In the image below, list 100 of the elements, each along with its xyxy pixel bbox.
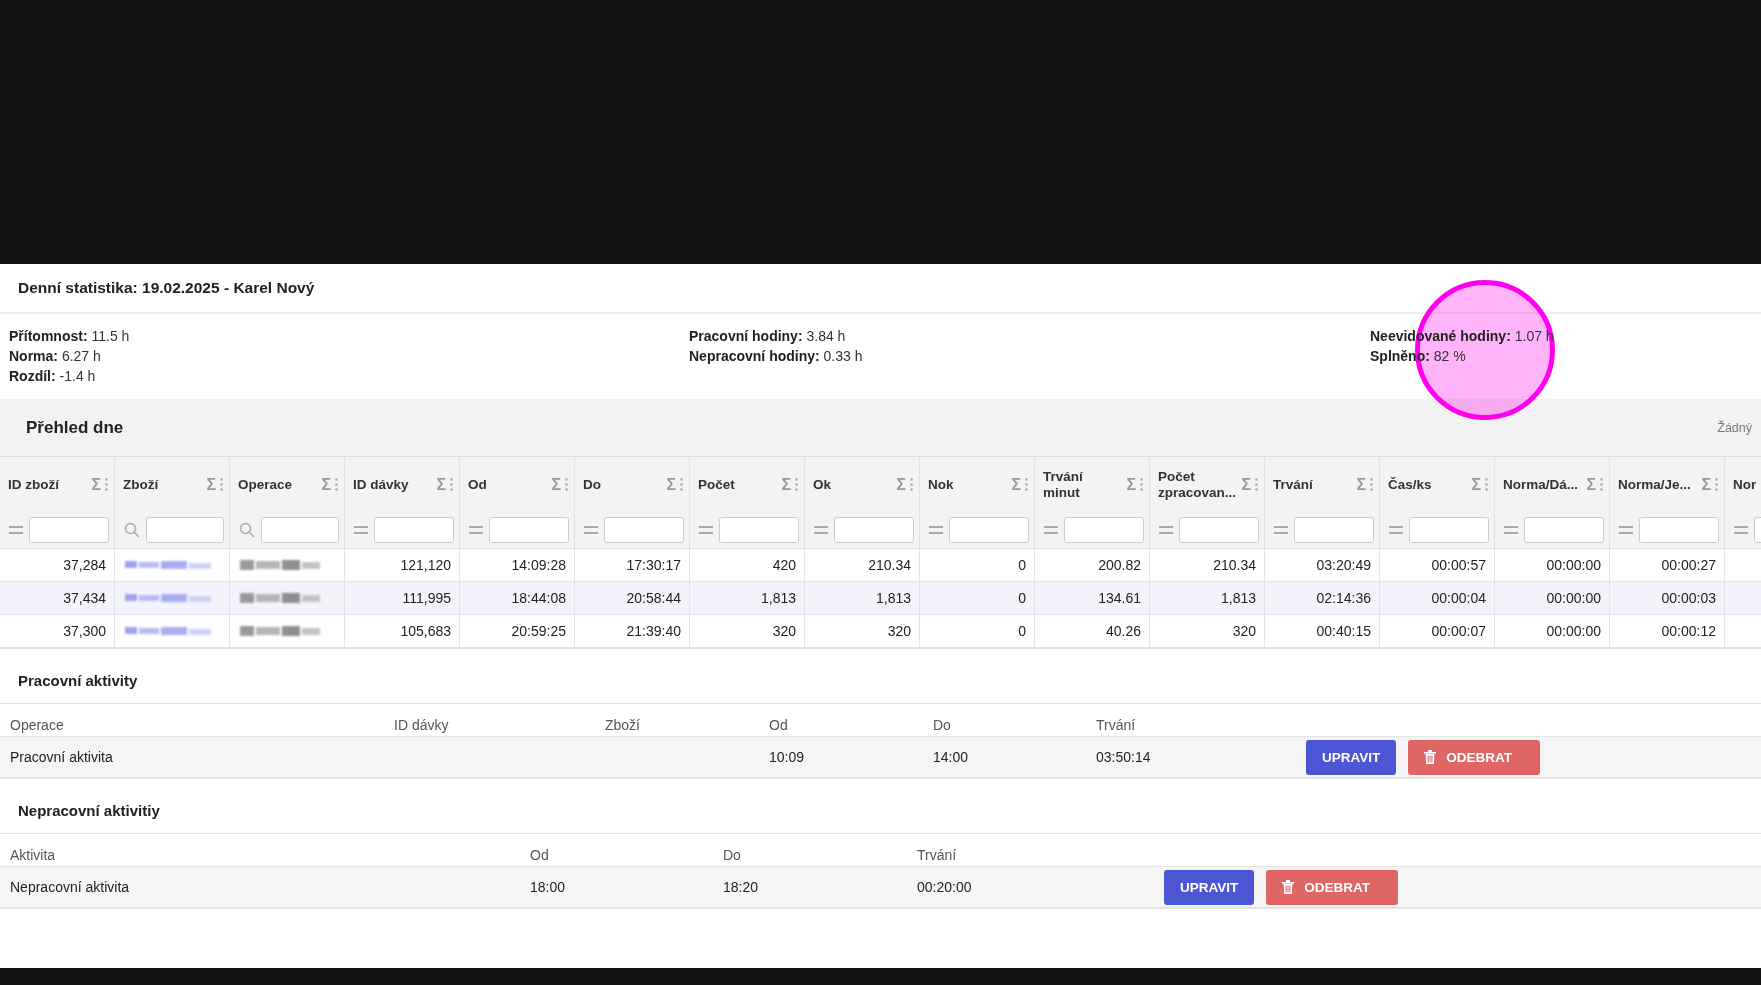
column-label: Norma/Dá... [1503, 476, 1580, 493]
equals-icon[interactable] [1159, 525, 1173, 535]
table-cell: 00:00:07 [1431, 623, 1486, 639]
filter-field[interactable] [374, 517, 454, 543]
column-menu-icon[interactable] [220, 478, 223, 491]
column-menu-icon[interactable] [680, 478, 683, 491]
table-cell: 1,813 [1220, 590, 1256, 606]
column-menu-icon[interactable] [1255, 478, 1258, 491]
column-menu-icon[interactable] [795, 478, 798, 491]
table-cell: 21:39:40 [626, 623, 681, 639]
table-cell: 121,120 [400, 557, 451, 573]
edit-button[interactable]: UPRAVIT [1306, 739, 1397, 775]
table-cell: 02:14:36 [1316, 590, 1371, 606]
column-menu-icon[interactable] [910, 478, 913, 491]
section-title: Nepracovní aktivitiy [18, 801, 160, 819]
table-cell: 105,683 [400, 623, 451, 639]
column-menu-icon[interactable] [105, 478, 108, 491]
equals-icon[interactable] [1734, 525, 1748, 535]
filter-field[interactable] [29, 517, 109, 543]
table-cell: 17:30:17 [626, 557, 681, 573]
trash-icon [1282, 880, 1295, 894]
column-header: Trvání [1096, 717, 1137, 733]
table-cell: 00:20:00 [917, 879, 972, 895]
filter-field[interactable] [1294, 517, 1374, 543]
column-label: Počet [698, 476, 736, 493]
table-cell: 14:09:28 [511, 557, 566, 573]
column-label: ID zboží [8, 476, 60, 493]
equals-icon[interactable] [584, 525, 598, 535]
table-cell: 20:59:25 [511, 623, 566, 639]
equals-icon[interactable] [354, 525, 368, 535]
table-cell: 00:00:04 [1431, 590, 1486, 606]
equals-icon[interactable] [1619, 525, 1633, 535]
column-menu-icon[interactable] [565, 478, 568, 491]
equals-icon[interactable] [1504, 525, 1518, 535]
equals-icon[interactable] [1274, 525, 1288, 535]
filter-field[interactable] [604, 517, 684, 543]
table-row[interactable]: 37,300 105,683 20:59:25 21:39:40 320 320 0 40.26 320 00:40:15 00:00:07 00:00:00 00:00:12 [0, 615, 1761, 648]
filter-field[interactable] [1409, 517, 1489, 543]
table-cell: 00:00:00 [1546, 557, 1601, 573]
table-cell: 03:50:14 [1096, 749, 1151, 765]
table-cell: 1,813 [875, 590, 911, 606]
filter-field[interactable] [489, 517, 569, 543]
equals-icon[interactable] [699, 525, 713, 535]
column-label: ID dávky [353, 476, 410, 493]
column-header: Operace [10, 717, 65, 733]
filter-field[interactable] [719, 517, 799, 543]
column-label: Operace [238, 476, 294, 493]
table-row[interactable]: 37,434 111,995 18:44:08 20:58:44 1,813 1,813 0 134.61 1,813 02:14:36 00:00:04 00:00:00 00:00:03 [0, 582, 1761, 615]
table-cell: Pracovní aktivita [10, 749, 113, 765]
section-title: Přehled dne [26, 417, 124, 438]
column-label: Od [468, 476, 488, 493]
stat-line: Přítomnost: 11.5 h [9, 327, 130, 346]
edit-button[interactable]: UPRAVIT [1164, 869, 1255, 905]
column-menu-icon[interactable] [335, 478, 338, 491]
column-label: Zboží [123, 476, 160, 493]
table-cell: 10:09 [769, 749, 805, 765]
filter-field[interactable] [949, 517, 1029, 543]
column-menu-icon[interactable] [1485, 478, 1488, 491]
page-title: Denní statistika: 19.02.2025 - Karel Nový [18, 279, 315, 297]
filter-field[interactable] [1524, 517, 1604, 543]
table-cell: 37,300 [63, 623, 106, 639]
column-header: Od [530, 847, 550, 863]
column-header: Trvání [917, 847, 958, 863]
table-cell: 20:58:44 [626, 590, 681, 606]
equals-icon[interactable] [1389, 525, 1403, 535]
table-cell: 00:00:27 [1661, 557, 1716, 573]
filter-field[interactable] [1064, 517, 1144, 543]
column-menu-icon[interactable] [1370, 478, 1373, 491]
column-header: Do [723, 847, 742, 863]
equals-icon[interactable] [9, 525, 23, 535]
table-cell: 111,995 [402, 590, 451, 606]
search-icon[interactable] [239, 522, 255, 538]
table-cell: Nepracovní aktivita [10, 879, 130, 895]
filter-field[interactable] [146, 517, 224, 543]
column-label: Do [583, 476, 602, 493]
table-cell: 1,813 [760, 590, 796, 606]
column-menu-icon[interactable] [1025, 478, 1028, 491]
column-menu-icon[interactable] [1140, 478, 1143, 491]
filter-field[interactable] [1179, 517, 1259, 543]
stat-line: Rozdíl: -1.4 h [9, 367, 96, 386]
column-menu-icon[interactable] [1600, 478, 1603, 491]
filter-field[interactable] [1639, 517, 1719, 543]
column-header: Zboží [605, 717, 641, 733]
column-header: Aktivita [10, 847, 57, 863]
table-cell: 320 [1232, 623, 1256, 639]
column-label: Trvání minut [1043, 468, 1084, 501]
equals-icon[interactable] [1044, 525, 1058, 535]
filter-field[interactable] [261, 517, 339, 543]
table-cell: 37,434 [63, 590, 106, 606]
search-icon[interactable] [124, 522, 140, 538]
equals-icon[interactable] [469, 525, 483, 535]
column-menu-icon[interactable] [450, 478, 453, 491]
column-label: Nok [928, 476, 955, 493]
table-cell: 03:20:49 [1316, 557, 1371, 573]
column-menu-icon[interactable] [1715, 478, 1718, 491]
table-cell: 00:00:03 [1661, 590, 1716, 606]
table-cell: 18:00 [530, 879, 566, 895]
equals-icon[interactable] [814, 525, 828, 535]
filter-field[interactable] [834, 517, 914, 543]
equals-icon[interactable] [929, 525, 943, 535]
